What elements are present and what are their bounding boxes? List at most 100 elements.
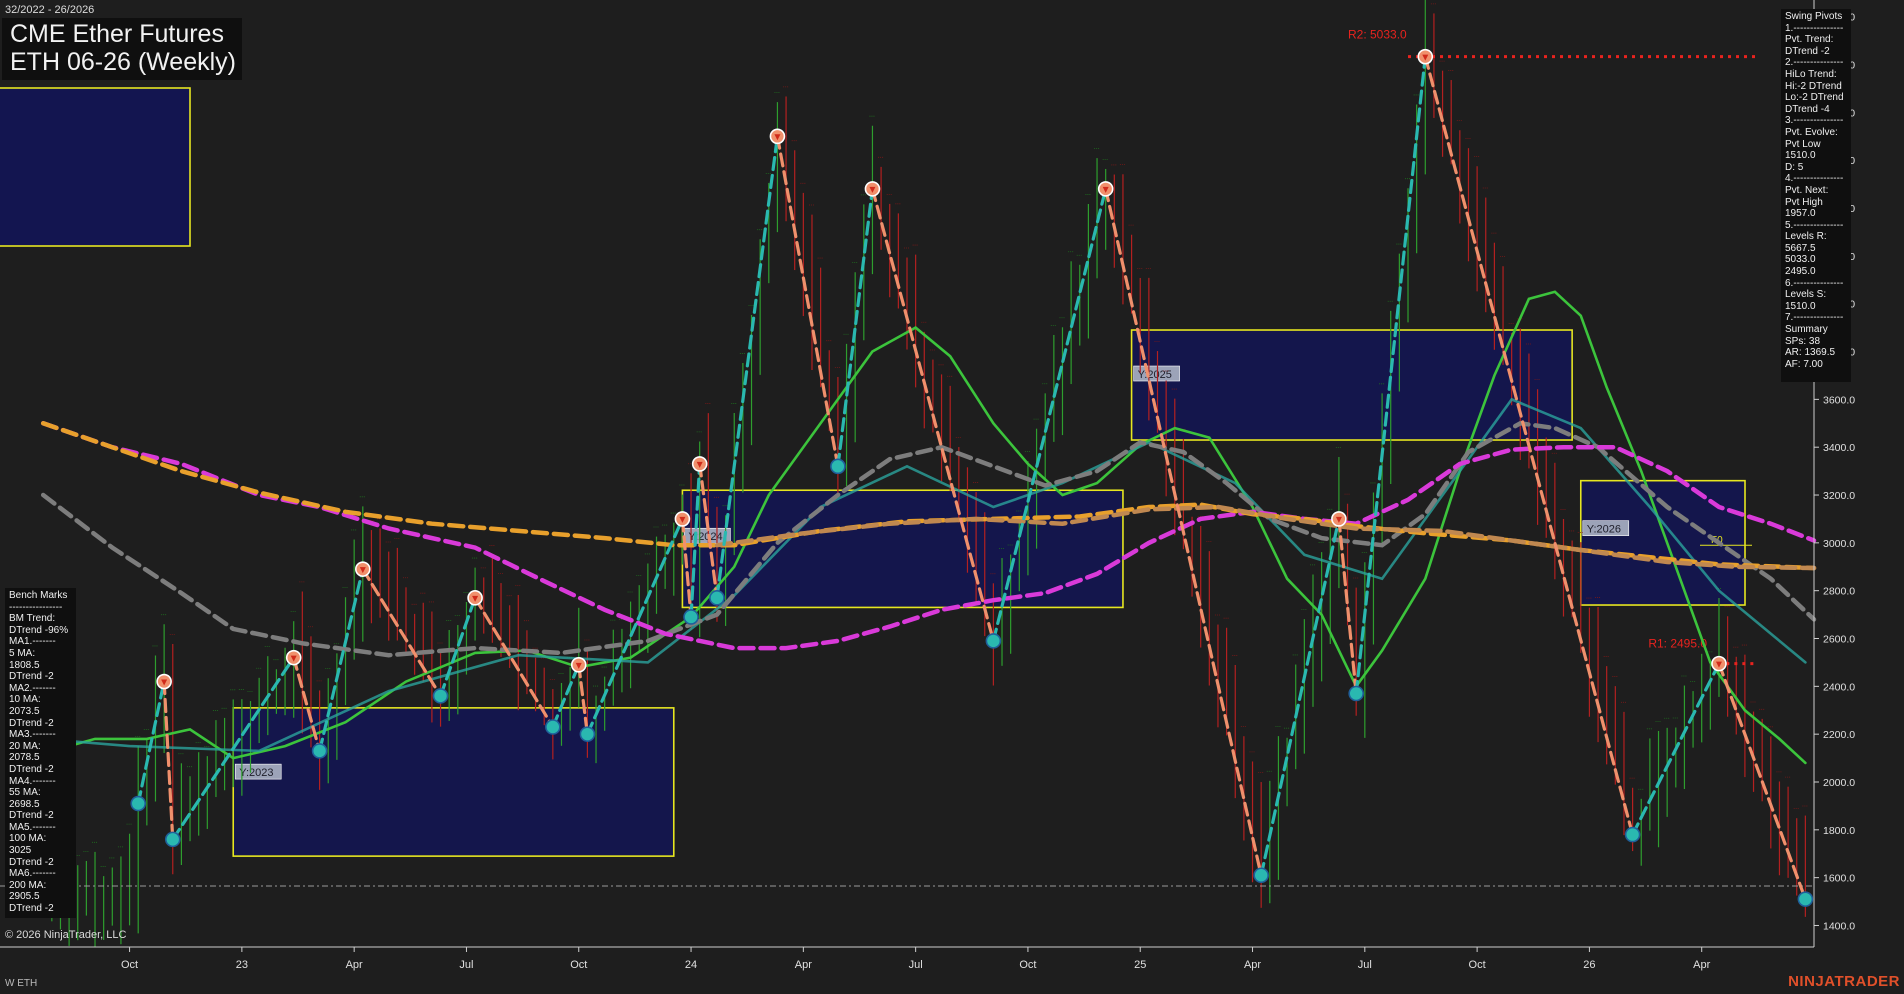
y-tick-label: 2600.0 — [1823, 634, 1855, 646]
year-label: Y:2025 — [1138, 369, 1172, 381]
panel-line: 55 MA: — [9, 787, 41, 799]
panel-line: DTrend -2 — [9, 903, 54, 915]
x-tick-label: Oct — [570, 959, 587, 971]
y-tick-label: 1600.0 — [1823, 873, 1855, 885]
panel-line: 1510.0 — [1785, 150, 1816, 162]
panel-line: Levels R: — [1785, 231, 1827, 243]
x-tick-label: Jul — [909, 959, 923, 971]
panel-line: 1808.5 — [9, 659, 40, 671]
x-tick-label: Oct — [1019, 959, 1036, 971]
x-tick-label: Apr — [1693, 959, 1710, 971]
x-tick-label: 23 — [236, 959, 248, 971]
panel-line: 2905.5 — [9, 891, 40, 903]
copyright: © 2026 NinjaTrader, LLC — [5, 929, 127, 941]
pivot-low — [1624, 826, 1641, 843]
pivot-low — [164, 831, 181, 848]
panel-line: 2.--------------- — [1785, 57, 1844, 69]
panel-line: D: 5 — [1785, 161, 1804, 173]
y-tick-label: 1400.0 — [1823, 920, 1855, 932]
swing-pivots-panel: Swing Pivots 1.--------------- Pvt. Trend:… — [1781, 9, 1851, 382]
panel-line: 2073.5 — [9, 705, 40, 717]
y-tick-label: 3200.0 — [1823, 490, 1855, 502]
panel-line: SPs: 38 — [1785, 335, 1821, 347]
panel-line: Levels S: — [1785, 289, 1827, 301]
panel-line: 1957.0 — [1785, 208, 1816, 220]
y-tick-label: 1800.0 — [1823, 825, 1855, 837]
x-tick-label: Oct — [121, 959, 138, 971]
panel-line: Pvt. Trend: — [1785, 34, 1834, 46]
panel-line: 5033.0 — [1785, 254, 1816, 266]
x-tick-label: 26 — [1583, 959, 1595, 971]
panel-line: Pvt. Evolve: — [1785, 126, 1838, 138]
panel-line: Pvt High — [1785, 196, 1823, 208]
panel-line: 5667.5 — [1785, 242, 1816, 254]
panel-line: BM Trend: — [9, 613, 56, 625]
level-label: R1: 2495.0 — [1648, 637, 1707, 651]
panel-line: Lo:-2 DTrend — [1785, 92, 1844, 104]
x-tick-label: Jul — [1358, 959, 1372, 971]
panel-line: MA2.------- — [9, 682, 56, 694]
x-tick-label: Apr — [346, 959, 363, 971]
panel-line: 7.--------------- — [1785, 312, 1844, 324]
panel-line: Pvt Low — [1785, 138, 1821, 150]
x-tick-label: 24 — [685, 959, 697, 971]
panel-line: DTrend -2 — [9, 671, 54, 683]
panel-line: MA4.------- — [9, 775, 56, 787]
panel-line: 20 MA: — [9, 740, 41, 752]
panel-line: DTrend -2 — [9, 856, 54, 868]
panel-line: ---------------- — [9, 601, 63, 613]
panel-line: 5 MA: — [9, 647, 36, 659]
x-tick-label: Apr — [1244, 959, 1261, 971]
pivot-low — [1253, 867, 1269, 884]
symbol-label: W ETH — [5, 978, 38, 989]
y-tick-label: 2400.0 — [1823, 681, 1855, 693]
y-tick-label: 3400.0 — [1823, 442, 1855, 454]
panel-line: DTrend -2 — [9, 810, 54, 822]
panel-line: DTrend -2 — [1785, 45, 1830, 57]
panel-line: 200 MA: — [9, 879, 47, 891]
panel-line: AR: 1369.5 — [1785, 347, 1836, 359]
year-label: Y:2026 — [1587, 524, 1621, 536]
pivot-low — [579, 726, 596, 742]
panel-line: 1510.0 — [1785, 300, 1816, 312]
panel-line: HiLo Trend: — [1785, 68, 1837, 80]
panel-line: MA6.------- — [9, 868, 56, 880]
panel-line: 3025 — [9, 845, 32, 857]
chart-title: CME Ether Futures ETH 06-26 (Weekly) — [2, 18, 242, 80]
pivot-low — [130, 795, 147, 812]
contract-name: ETH 06-26 (Weekly) — [10, 48, 236, 76]
year-label: Y:2023 — [239, 767, 273, 779]
panel-line: DTrend -2 — [9, 763, 54, 775]
panel-line: Swing Pivots — [1785, 11, 1843, 22]
bench-marks-panel: Bench Marks ---------------- BM Trend: DTre… — [5, 588, 76, 918]
panel-line: MA3.------- — [9, 729, 56, 741]
pivot-low — [432, 688, 449, 704]
brand-logo: NINJATRADER — [1788, 973, 1900, 990]
y-tick-label: 3000.0 — [1823, 538, 1855, 550]
panel-line: 2698.5 — [9, 798, 40, 810]
panel-line: 4.--------------- — [1785, 173, 1844, 185]
panel-line: AF: 7.00 — [1785, 358, 1823, 370]
instrument-name: CME Ether Futures — [10, 20, 224, 48]
pivot-low — [545, 719, 561, 735]
price-chart[interactable]: Y:2023Y:2024Y:2025Y:2026 R2: 5033.0R1: 2… — [0, 0, 1904, 994]
panel-line: MA5.------- — [9, 821, 56, 833]
pivot-low — [1797, 891, 1814, 907]
panel-line: MA1.------- — [9, 636, 56, 648]
panel-line: DTrend -96% — [9, 624, 69, 636]
x-tick-label: Oct — [1469, 959, 1486, 971]
pivot-low — [830, 458, 846, 475]
x-tick-label: 25 — [1134, 959, 1146, 971]
y-tick-label: 2800.0 — [1823, 586, 1855, 598]
legend-box — [0, 87, 191, 247]
panel-line: 2495.0 — [1785, 266, 1816, 278]
panel-line: Hi:-2 DTrend — [1785, 80, 1842, 92]
pivot-low — [683, 609, 699, 625]
panel-line: 3.--------------- — [1785, 115, 1844, 127]
pivot-low — [985, 633, 1002, 649]
panel-line: Pvt. Next: — [1785, 184, 1829, 196]
panel-line: 100 MA: — [9, 833, 47, 845]
y-tick-label: 3600.0 — [1823, 394, 1855, 406]
date-range: 32/2022 - 26/2026 — [5, 4, 95, 16]
pivot-low — [709, 590, 725, 606]
